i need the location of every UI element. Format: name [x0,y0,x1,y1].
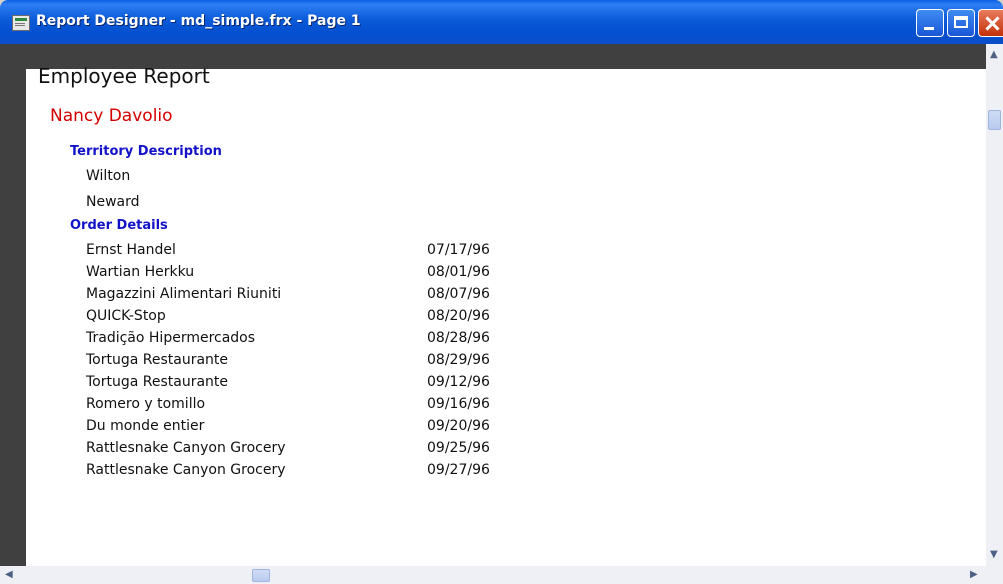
order-company: Du monde entier [86,418,205,434]
territory-item: Wilton [86,168,131,184]
order-row: Magazzini Alimentari Riuniti 08/07/96 [86,284,546,306]
order-date: 09/20/96 [427,418,490,434]
order-row: Rattlesnake Canyon Grocery 09/25/96 [86,438,546,460]
order-date: 07/17/96 [427,242,490,258]
order-date: 08/07/96 [427,286,490,302]
order-company: QUICK-Stop [86,308,166,324]
horizontal-scrollbar[interactable]: ◀ ▶ [0,566,986,584]
scroll-right-icon[interactable]: ▶ [970,570,978,580]
employee-name: Nancy Davolio [50,106,173,126]
order-date: 08/28/96 [427,330,490,346]
vertical-scrollbar[interactable]: ▲ ▼ [986,44,1003,566]
order-company: Wartian Herkku [86,264,195,280]
report-title: Employee Report [38,64,210,88]
window-title: Report Designer - md_simple.frx - Page 1 [36,13,361,29]
order-row: Tortuga Restaurante 08/29/96 [86,350,546,372]
orders-header: Order Details [70,218,168,233]
order-date: 09/25/96 [427,440,490,456]
order-date: 08/01/96 [427,264,490,280]
order-date: 09/16/96 [427,396,490,412]
order-company: Tortuga Restaurante [86,352,229,368]
order-company: Romero y tomillo [86,396,206,412]
order-row: Rattlesnake Canyon Grocery 09/27/96 [86,460,546,482]
order-company: Magazzini Alimentari Riuniti [86,286,282,302]
order-row: QUICK-Stop 08/20/96 [86,306,546,328]
scroll-left-icon[interactable]: ◀ [5,570,13,580]
order-company: Rattlesnake Canyon Grocery [86,462,286,478]
order-company: Rattlesnake Canyon Grocery [86,440,286,456]
order-date: 09/27/96 [427,462,490,478]
scroll-down-icon[interactable]: ▼ [990,550,998,560]
order-row: Ernst Handel 07/17/96 [86,240,546,262]
order-row: Romero y tomillo 09/16/96 [86,394,546,416]
vertical-scroll-thumb[interactable] [988,110,1001,130]
maximize-button[interactable] [947,9,975,37]
order-row: Wartian Herkku 08/01/96 [86,262,546,284]
order-company: Ernst Handel [86,242,176,258]
order-company: Tortuga Restaurante [86,374,229,390]
order-date: 09/12/96 [427,374,490,390]
order-date: 08/20/96 [427,308,490,324]
territory-item: Neward [86,194,140,210]
territory-header: Territory Description [70,144,222,159]
territory-list: Wilton Neward [86,166,140,218]
scroll-up-icon[interactable]: ▲ [990,50,998,60]
app-icon[interactable] [12,15,30,31]
scrollbar-corner [986,566,1003,584]
close-button[interactable] [978,9,1003,37]
order-date: 08/29/96 [427,352,490,368]
order-row: Tradição Hipermercados 08/28/96 [86,328,546,350]
minimize-button[interactable] [916,9,944,37]
horizontal-scroll-thumb[interactable] [252,569,270,582]
title-bar[interactable]: Report Designer - md_simple.frx - Page 1 [0,0,1003,44]
order-row: Tortuga Restaurante 09/12/96 [86,372,546,394]
order-row: Du monde entier 09/20/96 [86,416,546,438]
order-company: Tradição Hipermercados [86,330,256,346]
orders-list: Ernst Handel 07/17/96 Wartian Herkku 08/01… [86,240,546,482]
